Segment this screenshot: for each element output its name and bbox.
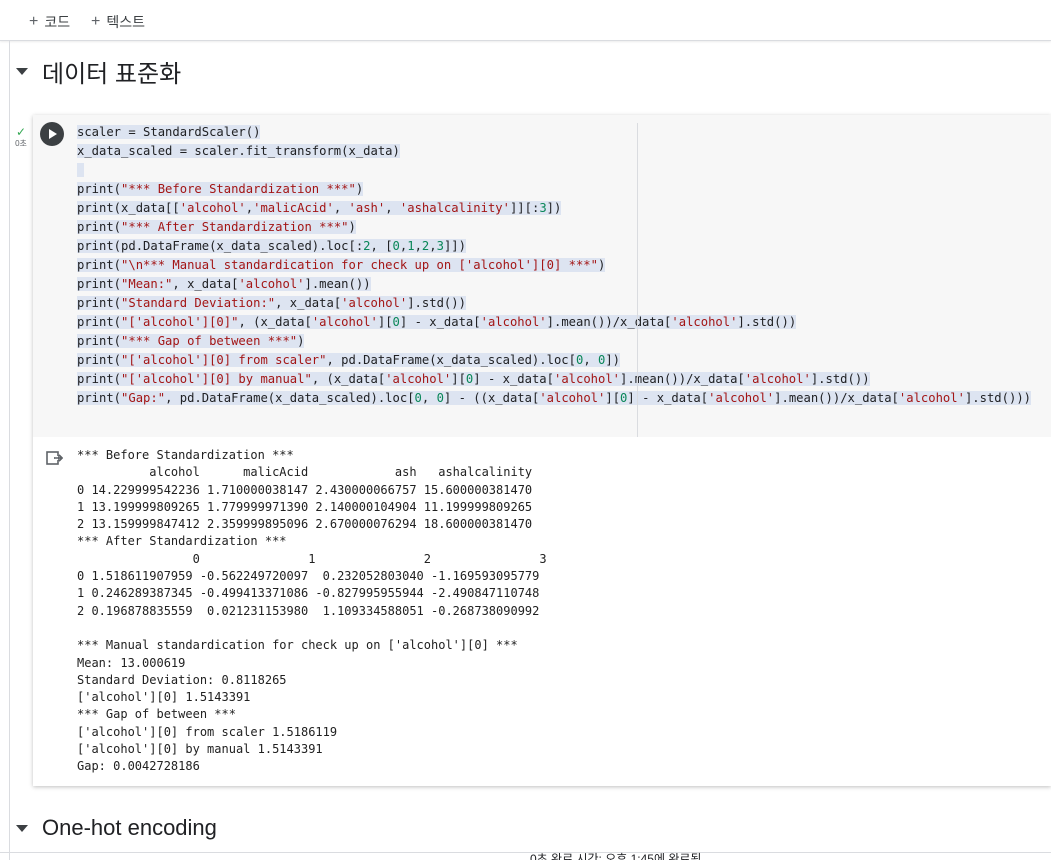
code-cell[interactable]: scaler = StandardScaler() x_data_scaled =… <box>33 115 1051 786</box>
code-editor[interactable]: scaler = StandardScaler() x_data_scaled =… <box>33 115 1051 437</box>
output-line: Mean: 13.000619 <box>77 655 186 670</box>
collapse-caret-icon[interactable] <box>16 68 28 75</box>
run-cell-button[interactable] <box>40 122 64 146</box>
code-line[interactable]: print(pd.DataFrame(x_data_scaled).loc[:2… <box>77 237 1031 256</box>
code-line[interactable] <box>77 161 1031 180</box>
code-line[interactable]: print("*** After Standardization ***") <box>77 218 1031 237</box>
output-line: ['alcohol'][0] from scaler 1.5186119 <box>77 724 338 739</box>
output-line: 2 0.196878835559 0.021231153980 1.109334… <box>77 603 540 618</box>
section-title: One-hot encoding <box>42 815 217 840</box>
code-line[interactable]: print("['alcohol'][0] by manual", (x_dat… <box>77 370 1031 389</box>
section-indent-line <box>9 41 10 860</box>
code-line[interactable]: print("\n*** Manual standardication for … <box>77 256 1031 275</box>
code-line[interactable]: print("Standard Deviation:", x_data['alc… <box>77 294 1031 313</box>
output-line: *** Gap of between *** <box>77 707 236 722</box>
check-icon: ✓ <box>15 125 27 139</box>
plus-icon: + <box>29 13 39 30</box>
output-line: *** Before Standardization *** <box>77 448 294 462</box>
output-line: 2 13.159999847412 2.359999895096 2.67000… <box>77 517 533 532</box>
section-header-standardization[interactable]: 데이터 표준화 <box>16 54 181 89</box>
add-code-label: 코드 <box>44 14 71 30</box>
code-text[interactable]: scaler = StandardScaler() x_data_scaled =… <box>77 123 1031 408</box>
code-line[interactable]: print("['alcohol'][0]", (x_data['alcohol… <box>77 313 1031 332</box>
line-length-ruler <box>637 123 638 437</box>
code-line[interactable]: print("Gap:", pd.DataFrame(x_data_scaled… <box>77 389 1031 408</box>
output-line: ['alcohol'][0] 1.5143391 <box>77 690 251 705</box>
output-line: 1 13.199999809265 1.779999971390 2.14000… <box>77 499 533 514</box>
code-line[interactable]: scaler = StandardScaler() <box>77 123 1031 142</box>
collapse-caret-icon[interactable] <box>16 824 28 832</box>
play-icon <box>49 129 57 139</box>
output-toggle-icon[interactable] <box>45 449 64 467</box>
execution-time: 0초 <box>15 139 27 148</box>
plus-icon: + <box>91 13 101 30</box>
add-text-label: 텍스트 <box>106 14 145 30</box>
add-text-button[interactable]: + 텍스트 <box>91 12 145 32</box>
output-line: Standard Deviation: 0.8118265 <box>77 672 287 687</box>
add-code-button[interactable]: + 코드 <box>29 12 70 32</box>
section-header-onehot[interactable]: One-hot encoding <box>16 815 217 841</box>
code-line[interactable]: x_data_scaled = scaler.fit_transform(x_d… <box>77 142 1031 161</box>
code-line[interactable]: print("['alcohol'][0] from scaler", pd.D… <box>77 351 1031 370</box>
output-line: ['alcohol'][0] by manual 1.5143391 <box>77 742 323 757</box>
output-line: *** After Standardization *** <box>77 534 287 549</box>
status-bar-divider <box>0 852 1051 853</box>
notebook-toolbar: + 코드 + 텍스트 <box>0 0 1051 41</box>
output-line: 0 1 2 3 <box>77 551 547 566</box>
output-line: Gap: 0.0042728186 <box>77 759 200 774</box>
section-title: 데이터 표준화 <box>42 61 182 88</box>
code-line[interactable]: print("*** Before Standardization ***") <box>77 180 1031 199</box>
code-line[interactable]: print("Mean:", x_data['alcohol'].mean()) <box>77 275 1031 294</box>
status-bar-text: 0초 완료 시간: 오후 1:45에 완료됨 <box>530 852 702 860</box>
cell-output: *** Before Standardization *** alcohol m… <box>77 447 547 776</box>
output-line: 0 1.518611907959 -0.562249720097 0.23205… <box>77 569 540 584</box>
output-line: *** Manual standardication for check up … <box>77 638 518 653</box>
cell-run-status: ✓ 0초 <box>14 126 28 149</box>
output-line: 0 14.229999542236 1.710000038147 2.43000… <box>77 482 533 497</box>
output-line: alcohol malicAcid ash ashalcalinity <box>77 465 533 480</box>
output-line: 1 0.246289387345 -0.499413371086 -0.8279… <box>77 586 540 601</box>
code-line[interactable]: print(x_data[['alcohol','malicAcid', 'as… <box>77 199 1031 218</box>
code-line[interactable]: print("*** Gap of between ***") <box>77 332 1031 351</box>
